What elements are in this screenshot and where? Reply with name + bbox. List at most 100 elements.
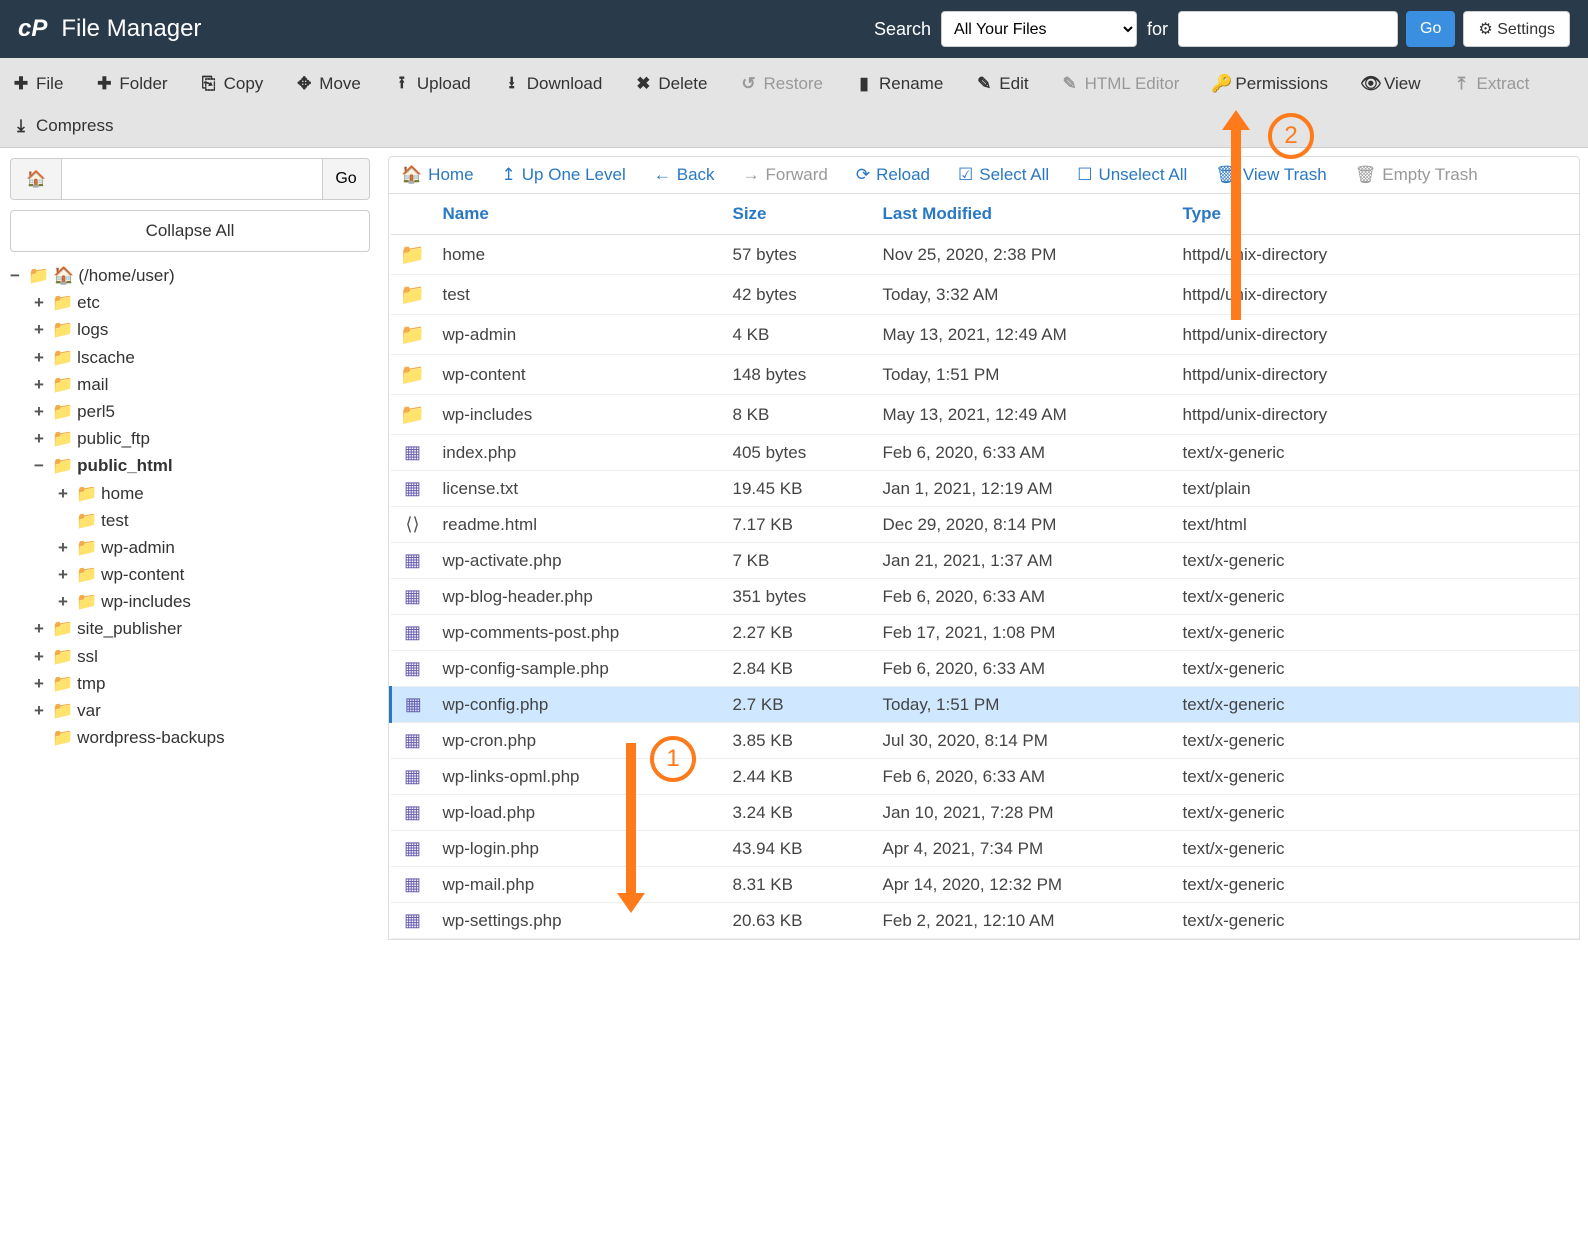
edit-button[interactable]: ✎Edit	[973, 70, 1030, 98]
move-button[interactable]: ✥Move	[293, 70, 363, 98]
table-row[interactable]: ▦wp-cron.php3.85 KBJul 30, 2020, 8:14 PM…	[391, 723, 1580, 759]
table-row[interactable]: ⟨⟩readme.html7.17 KBDec 29, 2020, 8:14 P…	[391, 507, 1580, 543]
select-all-button[interactable]: ☑Select All	[958, 165, 1049, 185]
tree-node[interactable]: +📁wp-content	[58, 561, 370, 588]
search-go-button[interactable]: Go	[1406, 11, 1455, 47]
expand-toggle[interactable]: −	[34, 452, 48, 479]
expand-toggle[interactable]: +	[58, 561, 72, 588]
col-size[interactable]: Size	[725, 194, 875, 235]
forward-button[interactable]: →Forward	[743, 165, 828, 185]
table-row[interactable]: 📁wp-includes8 KBMay 13, 2021, 12:49 AMht…	[391, 395, 1580, 435]
table-row[interactable]: 📁wp-admin4 KBMay 13, 2021, 12:49 AMhttpd…	[391, 315, 1580, 355]
tree-node[interactable]: +📁perl5	[34, 398, 370, 425]
restore-button[interactable]: ↺Restore	[737, 70, 825, 98]
collapse-all-button[interactable]: Collapse All	[10, 210, 370, 252]
up-one-level-button[interactable]: ↥Up One Level	[502, 165, 626, 185]
new-file-button[interactable]: ✚File	[10, 70, 65, 98]
path-input[interactable]	[62, 158, 322, 200]
tree-node-label: test	[101, 507, 128, 534]
expand-toggle[interactable]: +	[34, 398, 48, 425]
tree-node[interactable]: +📁logs	[34, 316, 370, 343]
extract-button[interactable]: ⤒Extract	[1451, 70, 1532, 98]
table-row[interactable]: ▦wp-blog-header.php351 bytesFeb 6, 2020,…	[391, 579, 1580, 615]
col-modified[interactable]: Last Modified	[875, 194, 1175, 235]
delete-button[interactable]: ✖Delete	[632, 70, 709, 98]
search-scope-select[interactable]: All Your Files	[941, 11, 1137, 47]
tree-node[interactable]: 📁test	[58, 507, 370, 534]
expand-toggle[interactable]: +	[58, 480, 72, 507]
table-row[interactable]: ▦wp-settings.php20.63 KBFeb 2, 2021, 12:…	[391, 903, 1580, 939]
rename-icon: ▮	[855, 74, 873, 94]
expand-toggle[interactable]: +	[58, 588, 72, 615]
file-size: 3.85 KB	[725, 723, 875, 759]
tree-node[interactable]: +📁home	[58, 480, 370, 507]
tree-node-label: site_publisher	[77, 615, 182, 642]
empty-trash-button[interactable]: 🗑Empty Trash	[1355, 165, 1478, 185]
tree-node[interactable]: +📁tmp	[34, 670, 370, 697]
upload-button[interactable]: ⭱Upload	[391, 66, 473, 103]
tree-node[interactable]: 📁wordpress-backups	[34, 724, 370, 751]
copy-icon: ⎘	[200, 74, 218, 94]
table-row[interactable]: ▦license.txt19.45 KBJan 1, 2021, 12:19 A…	[391, 471, 1580, 507]
table-row[interactable]: ▦wp-login.php43.94 KBApr 4, 2021, 7:34 P…	[391, 831, 1580, 867]
table-row[interactable]: ▦wp-load.php3.24 KBJan 10, 2021, 7:28 PM…	[391, 795, 1580, 831]
expand-toggle[interactable]: +	[34, 615, 48, 642]
back-button[interactable]: ←Back	[654, 165, 715, 185]
tree-node-label: lscache	[77, 344, 135, 371]
folder-icon: 📁	[52, 452, 73, 479]
expand-toggle[interactable]: +	[34, 371, 48, 398]
tree-node[interactable]: +📁lscache	[34, 344, 370, 371]
file-icon: ▦	[404, 910, 421, 930]
expand-toggle[interactable]: +	[34, 643, 48, 670]
table-row[interactable]: ▦wp-activate.php7 KBJan 21, 2021, 1:37 A…	[391, 543, 1580, 579]
tree-node[interactable]: +📁var	[34, 697, 370, 724]
upload-icon: ⭱	[393, 70, 411, 99]
tree-node[interactable]: +📁mail	[34, 371, 370, 398]
table-row[interactable]: 📁test42 bytesToday, 3:32 AMhttpd/unix-di…	[391, 275, 1580, 315]
search-input[interactable]	[1178, 11, 1398, 47]
expand-toggle[interactable]: +	[34, 289, 48, 316]
tree-node[interactable]: +📁etc	[34, 289, 370, 316]
table-row[interactable]: ▦index.php405 bytesFeb 6, 2020, 6:33 AMt…	[391, 435, 1580, 471]
plus-icon: ✚	[95, 74, 113, 94]
tree-node[interactable]: +📁public_ftp	[34, 425, 370, 452]
file-type: text/x-generic	[1175, 435, 1580, 471]
sidebar-home-button[interactable]: 🏠	[10, 158, 62, 200]
compress-button[interactable]: ⤓Compress	[10, 112, 115, 140]
expand-toggle[interactable]: +	[58, 534, 72, 561]
expand-toggle[interactable]: +	[34, 697, 48, 724]
copy-button[interactable]: ⎘Copy	[198, 70, 266, 98]
file-type: text/x-generic	[1175, 831, 1580, 867]
expand-toggle[interactable]: +	[34, 425, 48, 452]
table-row[interactable]: 📁wp-content148 bytesToday, 1:51 PMhttpd/…	[391, 355, 1580, 395]
path-go-button[interactable]: Go	[322, 158, 370, 200]
view-button[interactable]: 👁View	[1358, 70, 1423, 98]
table-row[interactable]: ▦wp-config.php2.7 KBToday, 1:51 PMtext/x…	[391, 687, 1580, 723]
expand-toggle[interactable]: +	[34, 344, 48, 371]
new-folder-button[interactable]: ✚Folder	[93, 70, 169, 98]
tree-node[interactable]: −📁public_html	[34, 452, 370, 479]
table-row[interactable]: ▦wp-config-sample.php2.84 KBFeb 6, 2020,…	[391, 651, 1580, 687]
unselect-all-button[interactable]: ☐Unselect All	[1077, 165, 1187, 185]
html-editor-button[interactable]: ✎HTML Editor	[1059, 70, 1182, 98]
rename-button[interactable]: ▮Rename	[853, 70, 945, 98]
col-name[interactable]: Name	[435, 194, 725, 235]
file-modified: Jan 1, 2021, 12:19 AM	[875, 471, 1175, 507]
tree-node[interactable]: +📁ssl	[34, 643, 370, 670]
permissions-button[interactable]: 🔑Permissions	[1209, 70, 1330, 98]
table-row[interactable]: 📁home57 bytesNov 25, 2020, 2:38 PMhttpd/…	[391, 235, 1580, 275]
reload-button[interactable]: ⟳Reload	[856, 165, 930, 185]
expand-toggle[interactable]: +	[34, 316, 48, 343]
download-button[interactable]: ⭳Download	[501, 66, 605, 103]
nav-home-button[interactable]: 🏠Home	[401, 165, 474, 185]
tree-node[interactable]: +📁wp-admin	[58, 534, 370, 561]
table-row[interactable]: ▦wp-comments-post.php2.27 KBFeb 17, 2021…	[391, 615, 1580, 651]
tree-node[interactable]: +📁wp-includes	[58, 588, 370, 615]
tree-node[interactable]: +📁site_publisher	[34, 615, 370, 642]
table-row[interactable]: ▦wp-links-opml.php2.44 KBFeb 6, 2020, 6:…	[391, 759, 1580, 795]
folder-icon: 📁	[400, 404, 425, 426]
settings-button[interactable]: ⚙ Settings	[1463, 11, 1570, 47]
tree-root[interactable]: −📁🏠(/home/user)	[10, 262, 370, 289]
table-row[interactable]: ▦wp-mail.php8.31 KBApr 14, 2020, 12:32 P…	[391, 867, 1580, 903]
expand-toggle[interactable]: +	[34, 670, 48, 697]
